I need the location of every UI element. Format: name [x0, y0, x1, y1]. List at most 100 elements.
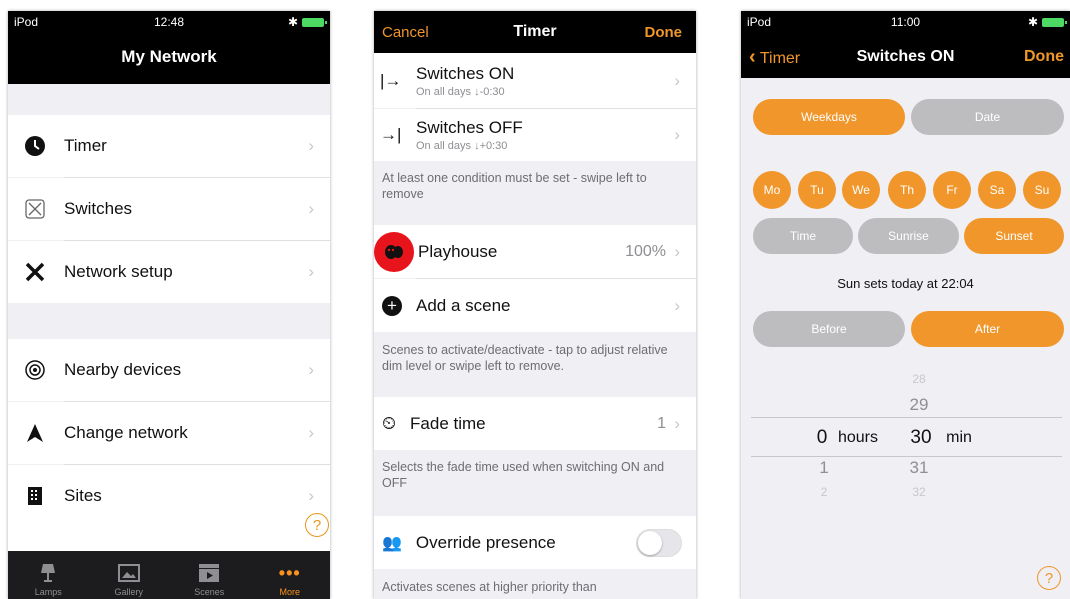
- my-network-screen: iPod 12:48 ✱ My Network Timer › Switches…: [8, 11, 330, 599]
- menu-item-timer[interactable]: Timer ›: [8, 115, 330, 177]
- menu-item-change-network[interactable]: Change network ›: [8, 402, 330, 464]
- tools-icon: [24, 261, 46, 283]
- conditions-note: At least one condition must be set - swi…: [382, 171, 647, 201]
- menu-item-label: Network setup: [64, 262, 173, 281]
- chevron-right-icon: ›: [308, 486, 314, 505]
- condition-sub: On all days ↓+0:30: [416, 140, 508, 152]
- clock-icon: [24, 135, 46, 157]
- menu-item-label: Timer: [64, 136, 107, 155]
- clock-label: 11:00: [890, 15, 921, 29]
- nav-bar: iPod 11:00 ✱ ‹ Timer Switches ON Done: [741, 11, 1070, 78]
- condition-label: Switches OFF: [416, 118, 523, 137]
- event-sunrise-button[interactable]: Sunrise: [858, 218, 959, 254]
- override-note: Activates scenes at higher priority than: [382, 580, 597, 594]
- override-label: Override presence: [415, 532, 556, 552]
- day-we-button[interactable]: We: [842, 171, 880, 209]
- condition-label: Switches ON: [416, 63, 515, 83]
- status-bar: iPod 11:00 ✱: [741, 15, 1070, 29]
- picker-hours-option: 2: [820, 485, 828, 499]
- tab-scenes[interactable]: Scenes: [169, 551, 250, 599]
- theatre-masks-icon: [374, 231, 414, 272]
- mode-weekdays-button[interactable]: Weekdays: [753, 99, 905, 135]
- mode-date-button[interactable]: Date: [911, 99, 1064, 135]
- add-scene-label: Add a scene: [416, 295, 511, 315]
- event-sunset-button[interactable]: Sunset: [964, 218, 1064, 254]
- help-icon[interactable]: ?: [1037, 566, 1061, 590]
- chevron-right-icon: ›: [674, 125, 680, 144]
- override-toggle[interactable]: [636, 528, 682, 557]
- scenes-icon: [198, 563, 220, 583]
- fade-time-row[interactable]: ⏲ Fade time 1 ›: [374, 397, 696, 450]
- bluetooth-icon: ✱: [287, 15, 298, 29]
- menu-item-label: Sites: [64, 486, 102, 505]
- condition-sub: On all days ↓-0:30: [416, 85, 505, 98]
- tab-gallery[interactable]: Gallery: [89, 551, 170, 599]
- day-fr-button[interactable]: Fr: [933, 171, 971, 209]
- chevron-right-icon: ›: [308, 360, 314, 379]
- event-time-button[interactable]: Time: [753, 218, 853, 254]
- switch-off-arrow-icon: →|: [380, 125, 402, 144]
- condition-switches-off[interactable]: →| Switches OFF On all days ↓+0:30 ›: [374, 109, 696, 161]
- chevron-right-icon: ›: [308, 136, 314, 155]
- offset-before-button[interactable]: Before: [753, 311, 905, 347]
- picker-minute-option: 31: [909, 458, 929, 477]
- fade-note: Selects the fade time used when switchin…: [382, 460, 665, 490]
- menu-item-label: Nearby devices: [64, 360, 182, 379]
- chevron-right-icon: ›: [674, 295, 680, 315]
- menu-item-label: Switches: [64, 199, 133, 218]
- menu-item-network-setup[interactable]: Network setup ›: [8, 241, 330, 303]
- menu-item-switches[interactable]: Switches ›: [8, 178, 330, 240]
- timer-icon: ⏲: [382, 413, 397, 433]
- day-sa-button[interactable]: Sa: [978, 171, 1016, 209]
- done-button[interactable]: Done: [645, 24, 683, 41]
- switch-icon: [24, 198, 46, 220]
- tab-lamps[interactable]: Lamps: [8, 551, 89, 599]
- tab-label: Gallery: [114, 587, 143, 597]
- menu-item-nearby-devices[interactable]: Nearby devices ›: [8, 339, 330, 401]
- tab-label: Lamps: [34, 587, 62, 597]
- help-icon[interactable]: ?: [305, 513, 329, 537]
- tab-label: More: [279, 587, 300, 597]
- nav-bar: iPod 12:48 ✱ My Network: [8, 11, 330, 84]
- navigation-arrow-icon: [24, 422, 46, 444]
- picker-minutes-unit: min: [946, 429, 972, 446]
- chevron-right-icon: ›: [308, 423, 314, 442]
- clock-label: 12:48: [153, 15, 185, 29]
- scene-dim-value: 100%: [625, 242, 666, 260]
- people-icon: 👥: [382, 534, 402, 552]
- switches-on-screen: iPod 11:00 ✱ ‹ Timer Switches ON Done We…: [741, 11, 1070, 599]
- add-circle-icon: +: [382, 295, 402, 316]
- timer-screen: Cancel Timer Done |→ Switches ON On all d…: [374, 11, 696, 599]
- offset-after-button[interactable]: After: [911, 311, 1064, 347]
- fade-time-value: 1: [657, 414, 666, 432]
- add-scene-row[interactable]: + Add a scene ›: [374, 279, 696, 332]
- battery-icon: [1042, 17, 1067, 27]
- sun-info-text: Sun sets today at 22:04: [837, 276, 974, 291]
- day-th-button[interactable]: Th: [888, 171, 926, 209]
- page-title: My Network: [121, 47, 217, 66]
- scene-label: Playhouse: [418, 241, 498, 261]
- tab-more[interactable]: ••• More: [250, 551, 331, 599]
- chevron-right-icon: ›: [674, 70, 680, 90]
- scenes-note: Scenes to activate/deactivate - tap to a…: [382, 343, 668, 373]
- bluetooth-icon: ✱: [1027, 15, 1038, 29]
- day-su-button[interactable]: Su: [1023, 171, 1061, 209]
- lamp-icon: [37, 563, 59, 583]
- done-button[interactable]: Done: [1024, 48, 1064, 66]
- day-tu-button[interactable]: Tu: [798, 171, 836, 209]
- battery-icon: [302, 17, 327, 27]
- scene-playhouse[interactable]: Playhouse 100% ›: [374, 225, 696, 278]
- picker-minute-option: 29: [909, 395, 929, 414]
- condition-switches-on[interactable]: |→ Switches ON On all days ↓-0:30 ›: [374, 53, 696, 108]
- menu-item-sites[interactable]: Sites ›: [8, 465, 330, 527]
- nav-bar: Cancel Timer Done: [374, 11, 696, 53]
- chevron-right-icon: ›: [674, 241, 680, 261]
- tab-bar: Lamps Gallery Scenes ••• More: [8, 551, 330, 599]
- picker-minutes-selected: 30: [910, 427, 932, 448]
- day-mo-button[interactable]: Mo: [753, 171, 791, 209]
- override-presence-row: 👥 Override presence: [374, 516, 696, 569]
- picker-minute-option: 28: [912, 372, 926, 386]
- broadcast-icon: [24, 359, 46, 381]
- page-title: Switches ON: [856, 48, 955, 65]
- more-icon: •••: [278, 562, 301, 583]
